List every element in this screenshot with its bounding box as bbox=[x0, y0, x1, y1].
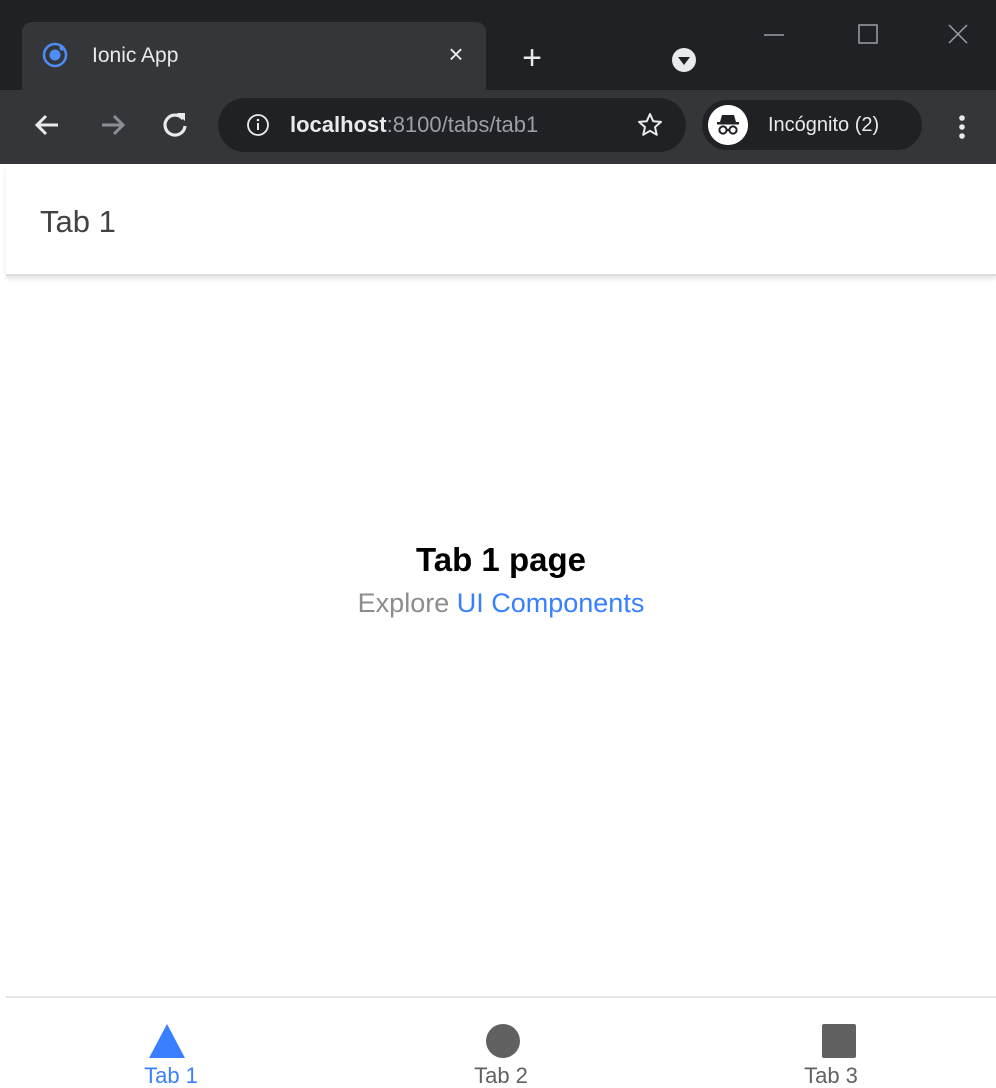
page-title: Tab 1 bbox=[40, 204, 116, 239]
ellipse-icon bbox=[486, 1024, 520, 1058]
page-subtitle: Explore UI Components bbox=[6, 586, 996, 620]
incognito-button[interactable]: Incógnito (2) bbox=[702, 100, 922, 150]
tab-title: Ionic App bbox=[92, 44, 179, 67]
tab-1-label: Tab 1 bbox=[144, 1063, 198, 1088]
triangle-icon bbox=[149, 1024, 185, 1058]
subtitle-prefix: Explore bbox=[357, 588, 450, 618]
back-arrow-icon[interactable] bbox=[30, 108, 64, 142]
url-path: :8100/tabs/tab1 bbox=[386, 112, 539, 137]
info-icon[interactable] bbox=[246, 113, 270, 137]
close-icon[interactable]: × bbox=[440, 38, 472, 70]
kebab-menu-icon[interactable] bbox=[950, 110, 974, 144]
tab-3-button[interactable]: Tab 3 bbox=[666, 998, 996, 1088]
url-text: localhost:8100/tabs/tab1 bbox=[290, 111, 538, 139]
ionic-favicon-icon bbox=[42, 42, 68, 68]
tab-3-label: Tab 3 bbox=[804, 1063, 858, 1088]
page-content: Tab 1 page Explore UI Components bbox=[6, 278, 996, 996]
forward-arrow-icon[interactable] bbox=[96, 108, 130, 142]
ionic-app: Tab 1 Tab 1 page Explore UI Components T… bbox=[6, 164, 996, 1088]
browser-chrome: Ionic App × + localhost:8100/tabs/tab1 I… bbox=[0, 0, 996, 164]
tab-search-icon[interactable] bbox=[668, 44, 700, 76]
maximize-icon[interactable] bbox=[852, 18, 884, 50]
incognito-icon bbox=[708, 105, 748, 145]
tab-2-button[interactable]: Tab 2 bbox=[336, 998, 666, 1088]
incognito-label: Incógnito (2) bbox=[768, 114, 880, 136]
app-toolbar: Tab 1 bbox=[6, 164, 996, 276]
page-heading: Tab 1 page bbox=[416, 541, 586, 578]
reload-icon[interactable] bbox=[158, 108, 192, 142]
window-close-icon[interactable] bbox=[942, 18, 974, 50]
ui-components-link[interactable]: UI Components bbox=[457, 588, 645, 618]
tab-2-label: Tab 2 bbox=[474, 1063, 528, 1088]
tab-1-button[interactable]: Tab 1 bbox=[6, 998, 336, 1088]
plus-icon[interactable]: + bbox=[512, 38, 552, 78]
square-icon bbox=[822, 1024, 856, 1058]
browser-tab[interactable]: Ionic App × bbox=[22, 22, 486, 90]
star-icon[interactable] bbox=[636, 111, 664, 139]
minimize-icon[interactable] bbox=[758, 18, 790, 50]
url-host: localhost bbox=[290, 112, 387, 137]
tab-bar: Tab 1 Tab 2 Tab 3 bbox=[6, 996, 996, 1088]
address-bar[interactable]: localhost:8100/tabs/tab1 bbox=[218, 98, 686, 152]
